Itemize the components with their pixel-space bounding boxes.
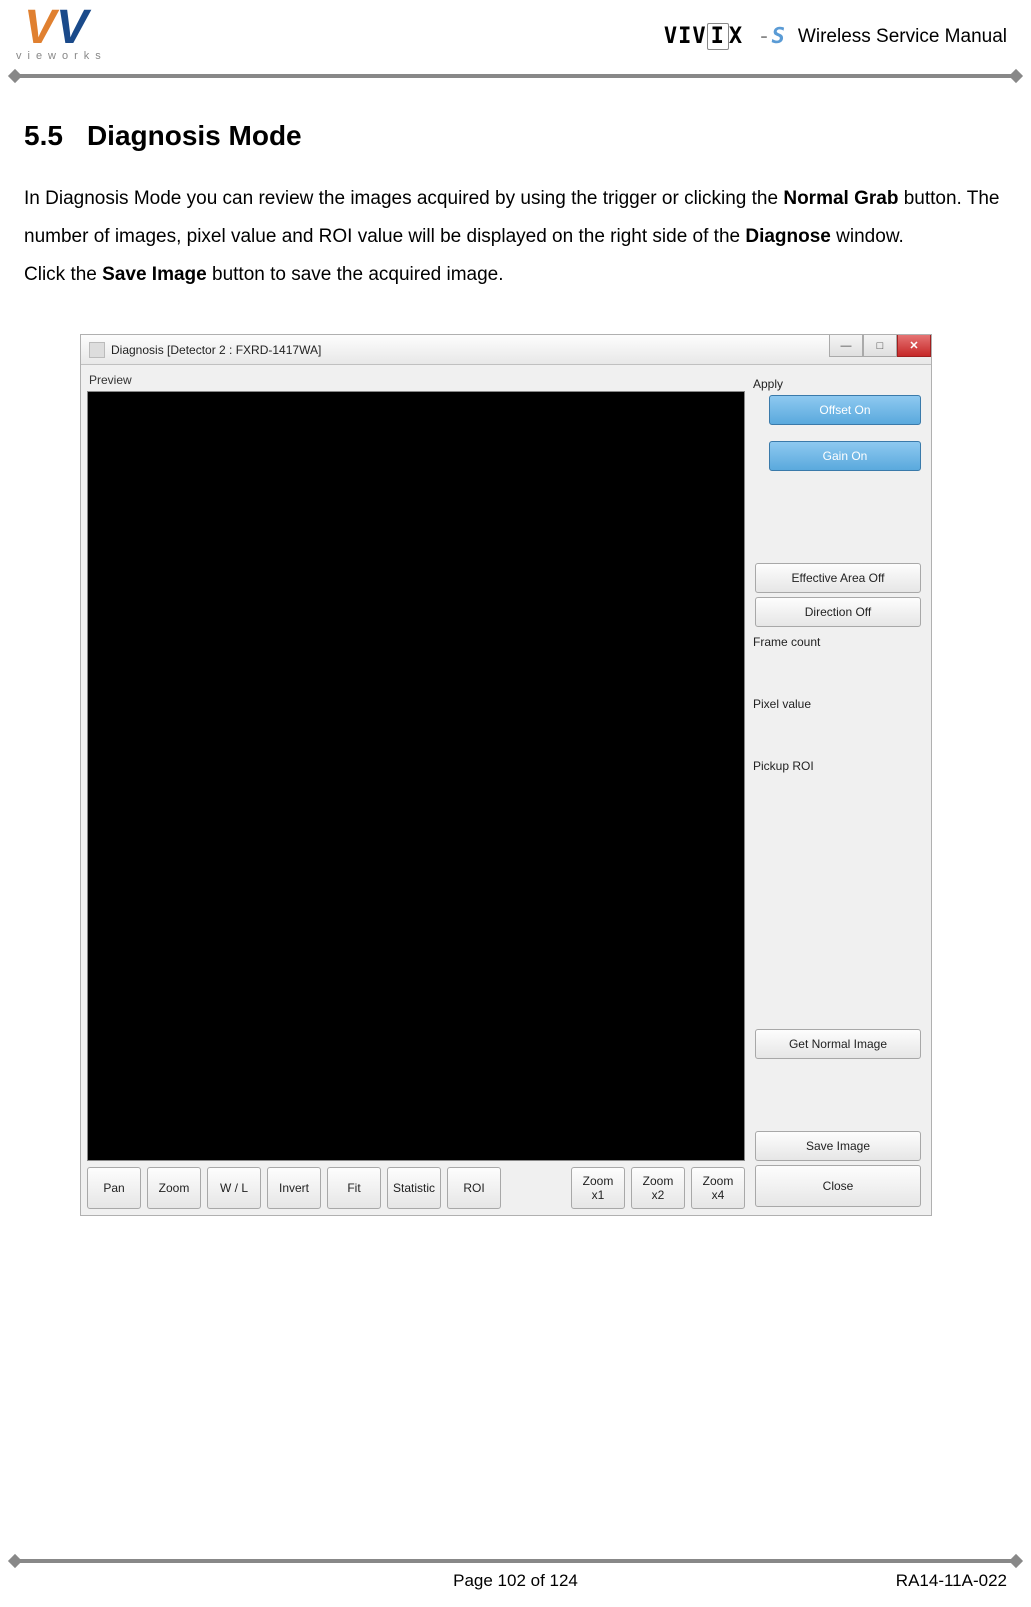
page-header: VV vieworks VIVIX -S Wireless Service Ma…	[0, 0, 1031, 80]
preview-panel: Preview Pan Zoom W / L Invert Fit Statis…	[87, 371, 745, 1209]
fit-button[interactable]: Fit	[327, 1167, 381, 1209]
window-buttons: — □ ✕	[829, 335, 931, 357]
section-heading: 5.5 Diagnosis Mode	[24, 120, 1007, 152]
direction-off-button[interactable]: Direction Off	[755, 597, 921, 627]
header-rule	[14, 74, 1017, 78]
effective-area-off-button[interactable]: Effective Area Off	[755, 563, 921, 593]
invert-button[interactable]: Invert	[267, 1167, 321, 1209]
page-number: Page 102 of 124	[0, 1571, 1031, 1591]
logo-w-icon: VV	[24, 4, 107, 52]
right-panel: Apply Offset On Gain On Effective Area O…	[751, 371, 925, 1209]
pixel-value-value	[751, 713, 925, 753]
zoom-x2-button[interactable]: Zoom x2	[631, 1167, 685, 1209]
body-text-bold: Diagnose	[745, 226, 831, 247]
window-level-button[interactable]: W / L	[207, 1167, 261, 1209]
preview-canvas[interactable]	[87, 391, 745, 1161]
body-text-bold: Normal Grab	[783, 188, 898, 209]
vivix-logo: VIVIX -S	[664, 24, 786, 49]
zoom-x1-button[interactable]: Zoom x1	[571, 1167, 625, 1209]
footer-ornament-right	[1009, 1554, 1023, 1568]
section-number: 5.5	[24, 120, 63, 151]
header-right: VIVIX -S Wireless Service Manual	[664, 24, 1007, 49]
close-button[interactable]: Close	[755, 1165, 921, 1207]
zoom-x4-button[interactable]: Zoom x4	[691, 1167, 745, 1209]
save-image-button[interactable]: Save Image	[755, 1131, 921, 1161]
frame-count-value	[751, 651, 925, 691]
body-text-frag: Click the	[24, 264, 102, 285]
content-area: 5.5 Diagnosis Mode In Diagnosis Mode you …	[0, 80, 1031, 1216]
footer-rule	[14, 1559, 1017, 1563]
body-text-frag: In Diagnosis Mode you can review the ima…	[24, 188, 783, 209]
get-normal-image-button[interactable]: Get Normal Image	[755, 1029, 921, 1059]
preview-toolbar: Pan Zoom W / L Invert Fit Statistic ROI …	[87, 1167, 745, 1209]
close-window-button[interactable]: ✕	[897, 335, 931, 357]
window-body: Preview Pan Zoom W / L Invert Fit Statis…	[81, 365, 931, 1215]
body-text-frag: window.	[831, 226, 904, 247]
minimize-button[interactable]: —	[829, 335, 863, 357]
maximize-icon: □	[877, 340, 884, 352]
right-spacer	[751, 895, 925, 1027]
vieworks-logo: VV vieworks	[24, 4, 107, 62]
pickup-roi-value	[751, 775, 925, 895]
close-icon: ✕	[909, 339, 918, 352]
apply-label: Apply	[751, 375, 925, 393]
doc-title: Wireless Service Manual	[798, 26, 1007, 48]
body-text-bold: Save Image	[102, 264, 207, 285]
body-text: In Diagnosis Mode you can review the ima…	[24, 180, 1007, 294]
window-title: Diagnosis [Detector 2 : FXRD-1417WA]	[111, 343, 321, 357]
statistic-button[interactable]: Statistic	[387, 1167, 441, 1209]
window-titlebar[interactable]: Diagnosis [Detector 2 : FXRD-1417WA] — □…	[81, 335, 931, 365]
doc-id: RA14-11A-022	[896, 1571, 1007, 1591]
pickup-roi-label: Pickup ROI	[751, 757, 925, 775]
body-text-frag: button to save the acquired image.	[207, 264, 504, 285]
window-icon	[89, 342, 105, 358]
pixel-value-label: Pixel value	[751, 695, 925, 713]
preview-label: Preview	[87, 371, 745, 391]
zoom-button[interactable]: Zoom	[147, 1167, 201, 1209]
minimize-icon: —	[841, 340, 852, 352]
maximize-button[interactable]: □	[863, 335, 897, 357]
frame-count-label: Frame count	[751, 633, 925, 651]
section-title: Diagnosis Mode	[87, 120, 302, 151]
toolbar-spacer	[507, 1167, 565, 1209]
gain-on-button[interactable]: Gain On	[769, 441, 921, 471]
pan-button[interactable]: Pan	[87, 1167, 141, 1209]
roi-button[interactable]: ROI	[447, 1167, 501, 1209]
offset-on-button[interactable]: Offset On	[769, 395, 921, 425]
diagnosis-window: Diagnosis [Detector 2 : FXRD-1417WA] — □…	[80, 334, 932, 1216]
